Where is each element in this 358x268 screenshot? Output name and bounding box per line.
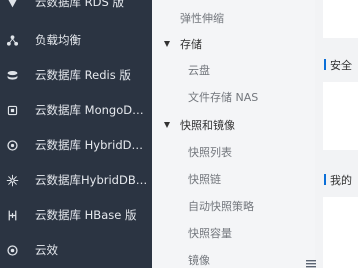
caret-down-icon xyxy=(164,122,170,128)
section-title-mine: 我的 xyxy=(324,172,352,188)
sidebar-item-redis[interactable]: 云数据库 Redis 版 xyxy=(0,61,152,89)
sidebar-item-rds[interactable]: 云数据库 RDS 版 xyxy=(0,0,152,16)
sidebar: 云数据库 RDS 版 负载均衡 云数据库 Redis 版 云数据库 MongoD… xyxy=(0,0,152,268)
main-content: 安全 我的 xyxy=(315,0,358,268)
submenu-item-snapshot-list[interactable]: 快照列表 xyxy=(152,141,315,163)
submenu-item-label: 文件存储 NAS xyxy=(188,91,259,104)
submenu-item-snapshot-chain[interactable]: 快照链 xyxy=(152,168,315,190)
sidebar-item-label: 云数据库HybridDB for... xyxy=(35,173,150,187)
submenu-group-label: 快照和镜像 xyxy=(180,119,235,132)
submenu-item-snapshot-capacity[interactable]: 快照容量 xyxy=(152,222,315,244)
my-card xyxy=(323,197,358,268)
submenu-group-label: 存储 xyxy=(180,38,202,51)
caret-down-icon xyxy=(164,41,170,47)
submenu-item-cloud-disk[interactable]: 云盘 xyxy=(152,59,315,81)
top-card xyxy=(323,0,358,38)
hbase-icon xyxy=(4,207,20,223)
load-balancer-icon xyxy=(4,32,20,48)
sidebar-item-label: 云数据库 HybridDB fo... xyxy=(35,138,150,152)
sidebar-item-hybriddb[interactable]: 云数据库 HybridDB fo... xyxy=(0,131,152,159)
security-card xyxy=(323,82,358,150)
submenu-group-snapshot[interactable]: 快照和镜像 xyxy=(152,114,315,136)
submenu-panel: 弹性伸缩 存储 云盘 文件存储 NAS 快照和镜像 快照列表 快照链 自动快照策… xyxy=(152,0,315,268)
sidebar-item-hbase[interactable]: 云数据库 HBase 版 xyxy=(0,201,152,229)
submenu-item-label: 快照列表 xyxy=(188,146,232,159)
sidebar-item-label: 云数据库 RDS 版 xyxy=(35,0,124,9)
rds-icon xyxy=(4,0,20,10)
sidebar-item-label: 云数据库 MongoDB 版 xyxy=(35,103,150,117)
section-accent-bar xyxy=(324,174,326,185)
section-title-text: 安全 xyxy=(330,59,352,72)
sidebar-item-label: 云数据库 Redis 版 xyxy=(35,68,131,82)
submenu-item-label: 自动快照策略 xyxy=(188,200,254,213)
yunxiao-icon xyxy=(4,242,20,258)
section-title-text: 我的 xyxy=(330,174,352,187)
submenu-group-storage[interactable]: 存储 xyxy=(152,33,315,55)
hybriddb-icon xyxy=(4,137,20,153)
sidebar-item-label: 云数据库 HBase 版 xyxy=(35,208,137,222)
redis-icon xyxy=(4,67,20,83)
submenu-item-label: 快照容量 xyxy=(188,227,232,240)
sidebar-item-yunxiao[interactable]: 云效 xyxy=(0,236,152,264)
sidebar-item-label: 负载均衡 xyxy=(35,33,81,47)
hybriddb-star-icon xyxy=(4,172,20,188)
sidebar-item-mongodb[interactable]: 云数据库 MongoDB 版 xyxy=(0,96,152,124)
submenu-item-images[interactable]: 镜像 xyxy=(152,249,315,268)
sidebar-item-load-balancer[interactable]: 负载均衡 xyxy=(0,26,152,54)
mongodb-icon xyxy=(4,102,20,118)
section-title-security: 安全 xyxy=(324,57,352,73)
sidebar-item-hybriddb-for[interactable]: 云数据库HybridDB for... xyxy=(0,166,152,194)
submenu-item-label: 快照链 xyxy=(188,173,221,186)
submenu-item-label: 镜像 xyxy=(188,254,210,267)
submenu-item-nas[interactable]: 文件存储 NAS xyxy=(152,86,315,108)
collapse-menu-icon[interactable] xyxy=(306,259,316,268)
submenu-item-label: 云盘 xyxy=(188,64,210,77)
section-accent-bar xyxy=(324,59,326,70)
sidebar-item-label: 云效 xyxy=(35,243,58,257)
submenu-item-elastic-scaling[interactable]: 弹性伸缩 xyxy=(152,7,315,29)
submenu-item-label: 弹性伸缩 xyxy=(180,12,224,25)
submenu-item-auto-snapshot-policy[interactable]: 自动快照策略 xyxy=(152,195,315,217)
